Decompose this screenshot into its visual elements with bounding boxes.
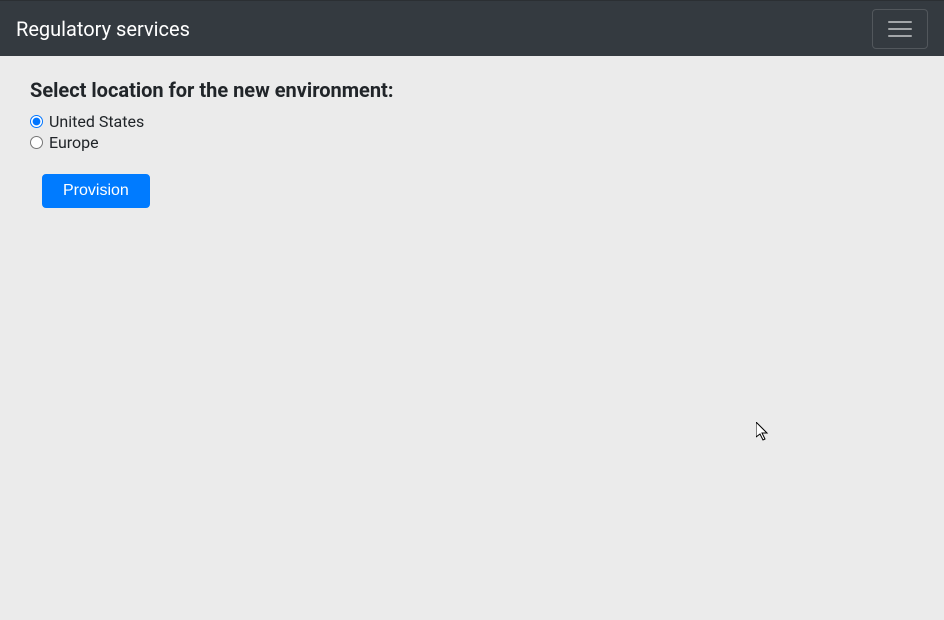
navbar-toggle-button[interactable] <box>872 9 928 49</box>
provision-button[interactable]: Provision <box>42 174 150 208</box>
navbar: Regulatory services <box>0 0 944 56</box>
section-heading: Select location for the new environment: <box>30 78 914 102</box>
location-radio-us[interactable] <box>30 115 43 128</box>
location-label-us[interactable]: United States <box>49 112 144 131</box>
location-option-eu: Europe <box>30 133 914 152</box>
navbar-brand: Regulatory services <box>16 17 190 41</box>
location-radio-eu[interactable] <box>30 136 43 149</box>
location-label-eu[interactable]: Europe <box>49 133 99 152</box>
location-radio-group: United States Europe <box>30 112 914 152</box>
main-content: Select location for the new environment:… <box>0 56 944 230</box>
hamburger-icon <box>888 35 912 37</box>
hamburger-icon <box>888 21 912 23</box>
hamburger-icon <box>888 28 912 30</box>
cursor-icon <box>756 422 772 442</box>
location-option-us: United States <box>30 112 914 131</box>
